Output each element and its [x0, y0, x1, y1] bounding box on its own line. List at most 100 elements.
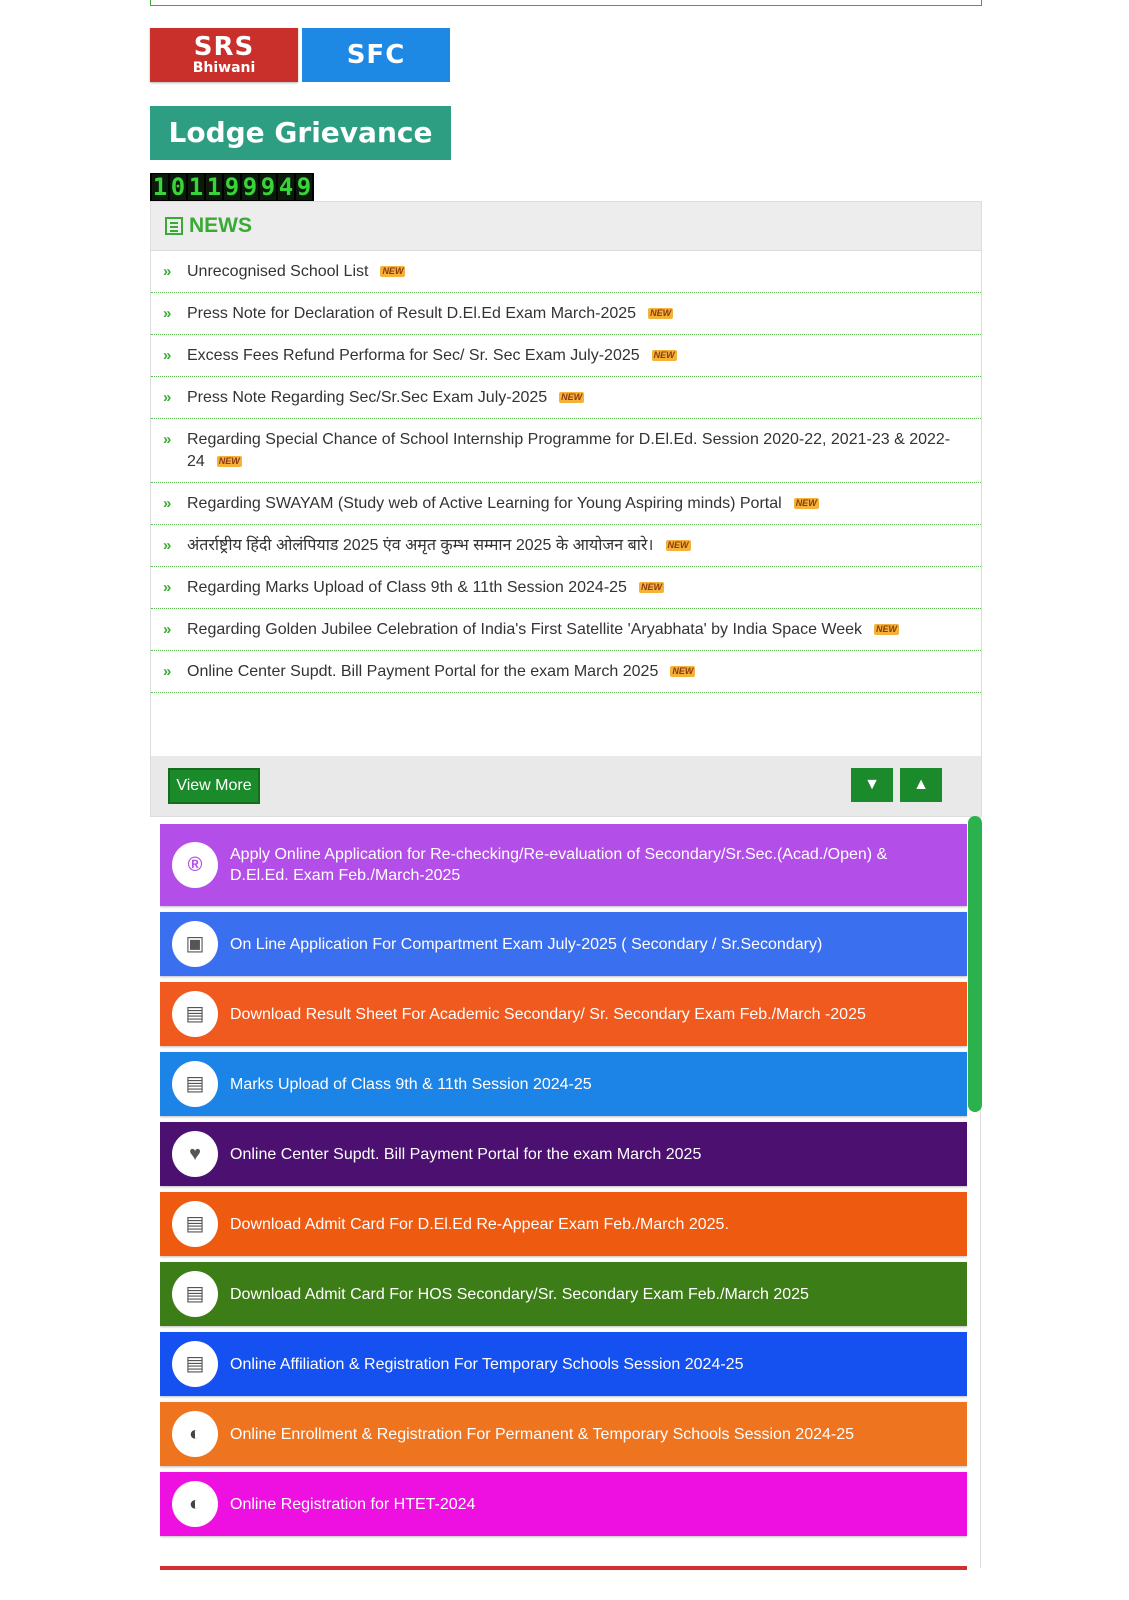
service-link[interactable]: ◐ Online Registration for HTET-2024 [160, 1472, 967, 1536]
news-link-text: Regarding Golden Jubilee Celebration of … [187, 621, 863, 638]
news-panel: NEWS » Unrecognised School List NEW » Press … [150, 201, 982, 817]
service-link-label: Marks Upload of Class 9th & 11th Session… [230, 1075, 592, 1093]
counter-digit: 9 [260, 173, 276, 201]
logo-row: SRS Bhiwani SFC [150, 28, 550, 82]
news-title: NEWS [189, 214, 252, 237]
counter-digit: 0 [170, 173, 186, 201]
service-link-label: Online Registration for HTET-2024 [230, 1495, 476, 1513]
contact-book-icon: ▣ [172, 921, 218, 967]
news-link[interactable]: अंतर्राष्ट्रीय हिंदी ओलंपियाड 2025 एंव अ… [187, 535, 961, 557]
new-badge-icon: NEW [874, 624, 900, 636]
news-item[interactable]: » Regarding Golden Jubilee Celebration of… [151, 609, 981, 651]
service-link[interactable]: ▣ On Line Application For Compartment Exa… [160, 912, 967, 976]
news-item[interactable]: » Press Note for Declaration of Result D.… [151, 293, 981, 335]
registered-icon: ® [172, 842, 218, 888]
double-chevron-right-icon: » [163, 389, 172, 406]
id-card-icon: ▤ [172, 1061, 218, 1107]
service-link-label: Apply Online Application for Re-checking… [230, 846, 888, 884]
double-chevron-right-icon: » [163, 495, 172, 512]
news-link[interactable]: Press Note for Declaration of Result D.E… [187, 303, 961, 325]
lodge-grievance-button[interactable]: Lodge Grievance [150, 106, 451, 160]
sfc-button[interactable]: SFC [302, 28, 450, 82]
service-link[interactable]: ▤ Download Result Sheet For Academic Seco… [160, 982, 967, 1046]
service-link-label: Download Admit Card For D.El.Ed Re-Appea… [230, 1215, 729, 1233]
news-link[interactable]: Regarding Marks Upload of Class 9th & 11… [187, 577, 961, 599]
srs-bhiwani-button[interactable]: SRS Bhiwani [150, 28, 298, 82]
news-item[interactable]: » Press Note Regarding Sec/Sr.Sec Exam Ju… [151, 377, 981, 419]
double-chevron-right-icon: » [163, 579, 172, 596]
news-item[interactable]: » Regarding Marks Upload of Class 9th & 1… [151, 567, 981, 609]
scroll-down-button[interactable]: ▼ [851, 768, 893, 802]
news-link[interactable]: Regarding SWAYAM (Study web of Active Le… [187, 493, 961, 515]
news-item[interactable]: » Unrecognised School List NEW [151, 251, 981, 293]
chevron-up-icon: ▲ [913, 776, 929, 793]
news-link[interactable]: Press Note Regarding Sec/Sr.Sec Exam Jul… [187, 387, 961, 409]
new-badge-icon: NEW [638, 582, 664, 594]
double-chevron-right-icon: » [163, 431, 172, 448]
new-badge-icon: NEW [380, 266, 406, 278]
news-link[interactable]: Online Center Supdt. Bill Payment Portal… [187, 661, 961, 683]
news-link-text: Regarding Marks Upload of Class 9th & 11… [187, 579, 627, 596]
new-badge-icon: NEW [216, 456, 242, 468]
new-badge-icon: NEW [651, 350, 677, 362]
double-chevron-right-icon: » [163, 621, 172, 638]
service-link[interactable]: ▤ Download Admit Card For HOS Secondary/S… [160, 1262, 967, 1326]
news-item[interactable]: » अंतर्राष्ट्रीय हिंदी ओलंपियाड 2025 एंव … [151, 525, 981, 567]
heart-circle-icon: ♥ [172, 1131, 218, 1177]
news-link-text: अंतर्राष्ट्रीय हिंदी ओलंपियाड 2025 एंव अ… [187, 537, 654, 554]
news-link[interactable]: Regarding Golden Jubilee Celebration of … [187, 619, 961, 641]
news-link[interactable]: Unrecognised School List NEW [187, 261, 961, 283]
service-link[interactable]: ▤ Marks Upload of Class 9th & 11th Sessio… [160, 1052, 967, 1116]
news-link-text: Regarding SWAYAM (Study web of Active Le… [187, 495, 782, 512]
news-link-text: Excess Fees Refund Performa for Sec/ Sr.… [187, 347, 640, 364]
news-item[interactable]: » Online Center Supdt. Bill Payment Porta… [151, 651, 981, 693]
service-link-label: Download Result Sheet For Academic Secon… [230, 1005, 866, 1023]
news-link-text: Unrecognised School List [187, 263, 369, 280]
news-list: » Unrecognised School List NEW » Press Note … [151, 251, 981, 693]
id-card-icon: ▤ [172, 991, 218, 1037]
service-link-label: Online Enrollment & Registration For Per… [230, 1425, 855, 1443]
service-link[interactable]: ▤ Online Affiliation & Registration For T… [160, 1332, 967, 1396]
visitor-counter: 1 0 1 1 9 9 9 4 9 [150, 173, 314, 203]
service-link[interactable]: ♥ Online Center Supdt. Bill Payment Porta… [160, 1122, 967, 1186]
id-card-outline-icon: ▤ [172, 1341, 218, 1387]
service-link-label: Download Admit Card For HOS Secondary/Sr… [230, 1285, 809, 1303]
news-link-text: Regarding Special Chance of School Inter… [187, 431, 951, 470]
news-link[interactable]: Regarding Special Chance of School Inter… [187, 429, 961, 473]
news-item[interactable]: » Regarding Special Chance of School Inte… [151, 419, 981, 483]
service-link[interactable]: ◐ Online Enrollment & Registration For Pe… [160, 1402, 967, 1466]
news-header: NEWS [151, 202, 981, 251]
new-badge-icon: NEW [670, 666, 696, 678]
news-footer: View More ▼ ▲ [151, 756, 981, 816]
srs-subtitle: Bhiwani [192, 60, 256, 76]
news-link-text: Press Note Regarding Sec/Sr.Sec Exam Jul… [187, 389, 548, 406]
new-badge-icon: NEW [665, 540, 691, 552]
service-link-label: On Line Application For Compartment Exam… [230, 935, 823, 953]
double-chevron-right-icon: » [163, 305, 172, 322]
srs-title: SRS [193, 32, 255, 62]
service-link-label: Online Affiliation & Registration For Te… [230, 1355, 744, 1373]
counter-digit: 9 [296, 173, 312, 201]
view-more-button[interactable]: View More [168, 768, 260, 804]
new-badge-icon: NEW [793, 498, 819, 510]
news-item[interactable]: » Regarding SWAYAM (Study web of Active L… [151, 483, 981, 525]
half-circle-icon: ◐ [172, 1481, 218, 1527]
service-link[interactable]: ® Apply Online Application for Re-checkin… [160, 824, 967, 906]
news-item[interactable]: » Excess Fees Refund Performa for Sec/ Sr… [151, 335, 981, 377]
top-border [150, 0, 982, 6]
list-icon [165, 217, 183, 235]
counter-digit: 9 [242, 173, 258, 201]
scroll-up-button[interactable]: ▲ [900, 768, 942, 802]
news-link-text: Press Note for Declaration of Result D.E… [187, 305, 637, 322]
service-link-label: Online Center Supdt. Bill Payment Portal… [230, 1145, 702, 1163]
service-link[interactable]: ▤ Download Admit Card For D.El.Ed Re-Appe… [160, 1192, 967, 1256]
id-card-icon: ▤ [172, 1271, 218, 1317]
news-link[interactable]: Excess Fees Refund Performa for Sec/ Sr.… [187, 345, 961, 367]
next-item-edge [160, 1566, 967, 1570]
service-links: ® Apply Online Application for Re-checkin… [160, 824, 967, 1568]
id-card-outline-icon: ▤ [172, 1201, 218, 1247]
scrollbar-thumb[interactable] [968, 816, 982, 1112]
new-badge-icon: NEW [648, 308, 674, 320]
double-chevron-right-icon: » [163, 263, 172, 280]
news-link-text: Online Center Supdt. Bill Payment Portal… [187, 663, 659, 680]
